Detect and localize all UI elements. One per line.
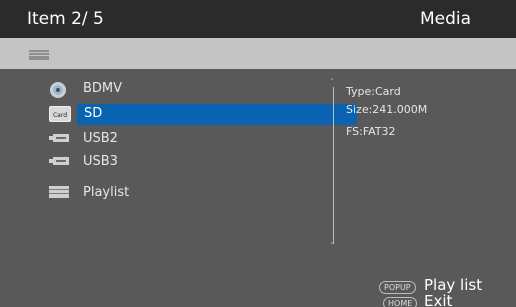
scroll-up-icon: ˄ <box>330 78 334 86</box>
list-item-label: USB2 <box>83 131 118 146</box>
list-item-label: Playlist <box>83 185 130 200</box>
usb-icon <box>49 157 69 165</box>
card-icon: Card <box>49 106 71 122</box>
scroll-down-icon: ˅ <box>330 242 334 250</box>
disc-icon <box>50 82 66 98</box>
scroll-track <box>333 87 334 244</box>
selection-highlight <box>77 104 357 125</box>
header-bar: Item 2/ 5 Media <box>0 0 516 38</box>
folder-icon <box>29 50 49 60</box>
info-filesystem: FS:FAT32 <box>346 125 396 138</box>
source-title: Media <box>419 9 471 29</box>
home-key-icon: HOME <box>383 297 418 307</box>
list-item-playlist[interactable]: Playlist <box>40 183 320 204</box>
folder-icon <box>49 186 69 198</box>
media-info-panel: Type:Card Size:241.000M FS:FAT32 <box>346 83 427 141</box>
path-bar <box>0 38 516 69</box>
scrollbar[interactable]: ˄ ˅ <box>330 78 338 254</box>
info-size: Size:241.000M <box>346 103 428 116</box>
popup-key-icon: POPUP <box>379 281 416 294</box>
hint-exit: Exit <box>424 292 453 307</box>
list-item-bdmv[interactable]: BDMV <box>40 79 320 100</box>
list-item-sd[interactable]: Card SD <box>40 104 357 125</box>
list-item-label: USB3 <box>83 154 118 169</box>
usb-icon <box>49 134 69 142</box>
list-item-usb2[interactable]: USB2 <box>40 129 320 150</box>
item-position: Item 2/ 5 <box>27 9 104 29</box>
info-type: Type:Card <box>346 85 401 98</box>
list-item-usb3[interactable]: USB3 <box>40 152 320 173</box>
card-icon-text: Card <box>52 112 68 119</box>
list-item-label: BDMV <box>83 81 123 96</box>
list-item-label: SD <box>84 106 103 121</box>
media-browser: Item 2/ 5 Media BDMV Card SD USB2 USB3 P… <box>0 0 516 307</box>
